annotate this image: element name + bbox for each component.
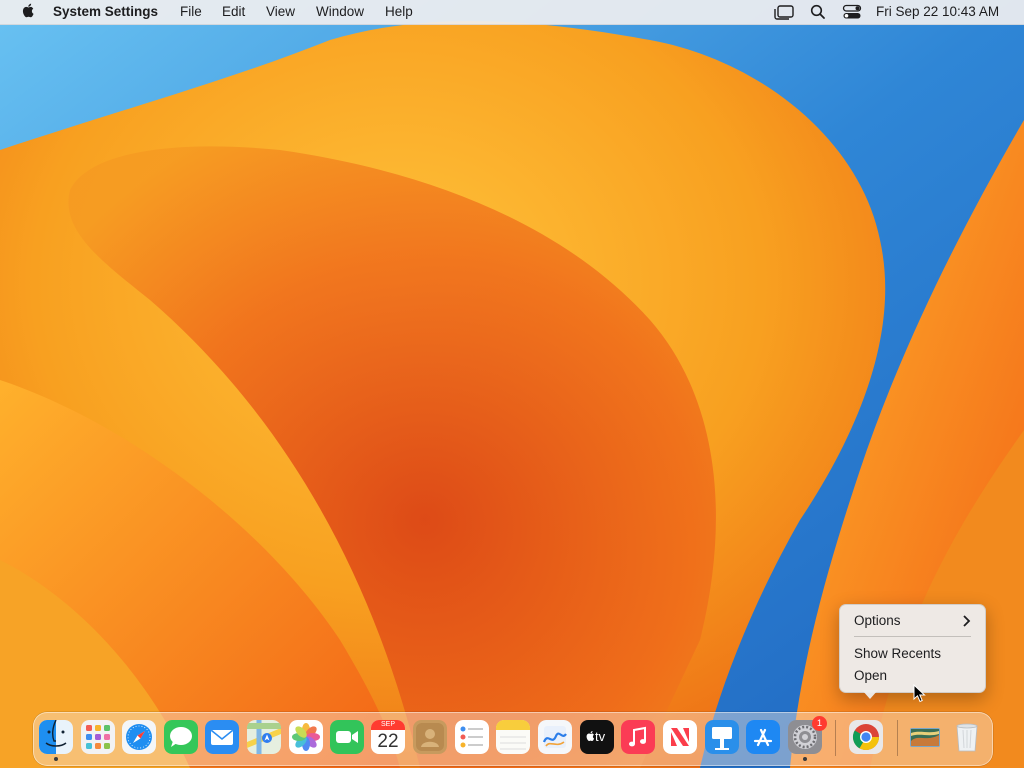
dock-separator [897,720,898,756]
menu-bar-clock[interactable]: Fri Sep 22 10:43 AM [876,0,999,24]
freeform-icon[interactable] [538,720,572,754]
menu-item-show-recents-label: Show Recents [854,646,942,661]
stage-manager-icon[interactable] [773,0,795,24]
calendar-month: SEP [380,721,395,728]
music-icon[interactable] [621,720,655,754]
safari-icon[interactable] [122,720,156,754]
chevron-right-icon [963,615,971,627]
menu-help[interactable]: Help [385,0,413,24]
menu-pointer-arrow [862,690,878,699]
contacts-icon[interactable] [413,720,447,754]
finder-icon[interactable] [39,720,73,754]
dock-context-menu: Options Show Recents Open [839,604,986,699]
app-store-icon[interactable] [746,720,780,754]
system-settings-running-indicator [803,757,807,761]
chrome-icon[interactable] [849,720,883,754]
calendar-day: 22 [377,731,399,752]
keynote-icon[interactable] [705,720,739,754]
downloads-stack-icon[interactable] [908,720,942,754]
menu-item-show-recents[interactable]: Show Recents [840,643,985,665]
menu-edit[interactable]: Edit [222,0,245,24]
menu-separator [854,636,971,637]
calendar-icon[interactable]: SEP 22 [371,720,405,754]
menu-file[interactable]: File [180,0,202,24]
photos-icon[interactable] [289,720,323,754]
apple-tv-icon[interactable]: tv [580,720,614,754]
menu-window[interactable]: Window [316,0,364,24]
notification-badge: 1 [812,716,827,731]
apple-logo-small-icon [586,731,595,741]
trash-icon[interactable] [950,720,984,754]
reminders-icon[interactable] [455,720,489,754]
finder-running-indicator [54,757,58,761]
messages-icon[interactable] [164,720,198,754]
control-center-icon[interactable] [842,0,862,24]
apple-tv-label: tv [595,729,606,744]
notes-icon[interactable] [496,720,530,754]
menu-item-open-label: Open [854,668,888,683]
maps-icon[interactable] [247,720,281,754]
news-icon[interactable] [663,720,697,754]
mail-icon[interactable] [205,720,239,754]
menu-bar: System Settings File Edit View Window He… [0,0,1024,25]
menu-item-options-label: Options [854,613,901,628]
menu-item-options[interactable]: Options [840,610,985,632]
spotlight-search-icon[interactable] [809,0,827,24]
apple-logo-icon[interactable] [17,0,37,24]
launchpad-icon[interactable] [81,720,115,754]
menu-view[interactable]: View [266,0,295,24]
facetime-icon[interactable] [330,720,364,754]
mouse-cursor-icon [913,684,926,703]
app-menu-system-settings[interactable]: System Settings [53,0,158,24]
dock-separator [835,720,836,756]
